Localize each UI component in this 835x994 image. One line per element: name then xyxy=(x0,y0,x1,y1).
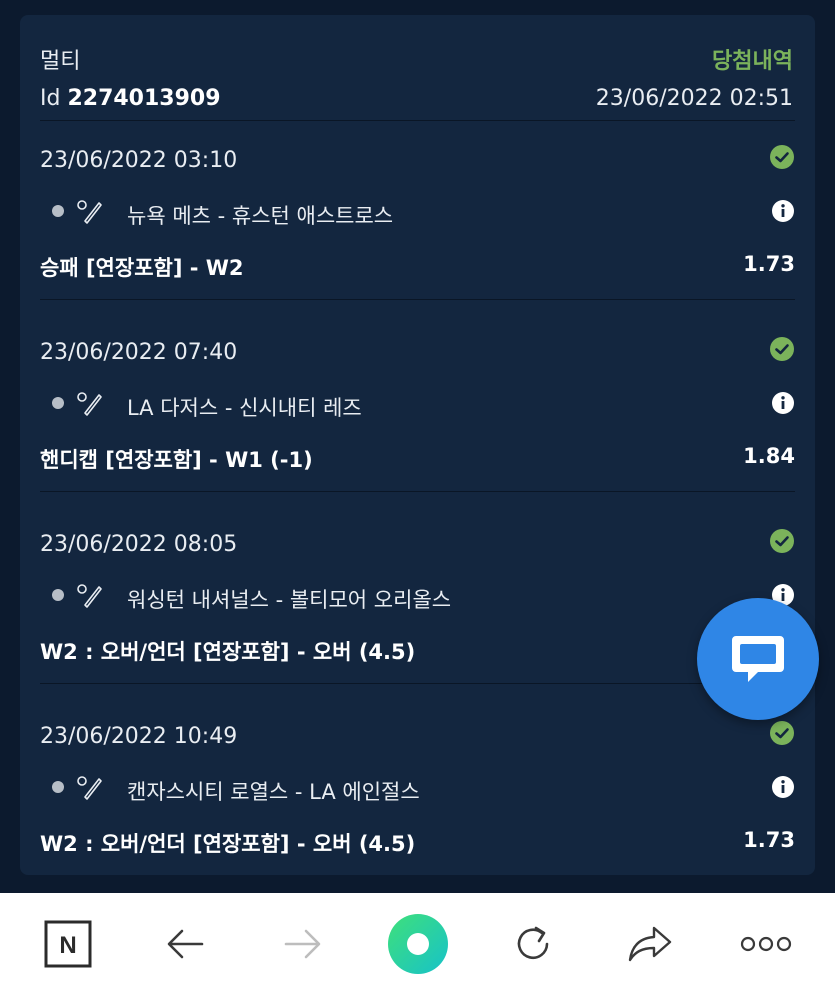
bet-odds: 1.73 xyxy=(743,828,795,852)
check-win-icon xyxy=(770,721,794,745)
ticket-id: Id 2274013909 xyxy=(40,86,221,111)
refresh-button[interactable] xyxy=(503,893,563,994)
divider xyxy=(40,299,795,300)
bet-row: 23/06/2022 10:49 캔자스시티 로열스 - LA 에인절스 W2 … xyxy=(20,712,815,875)
status-dot xyxy=(52,781,64,793)
bet-market: 핸디캡 [연장포함] - W1 (-1) xyxy=(40,448,313,472)
bet-teams[interactable]: 캔자스시티 로열스 - LA 에인절스 xyxy=(127,776,420,806)
ticket-id-value: 2274013909 xyxy=(67,86,221,111)
bet-datetime: 23/06/2022 03:10 xyxy=(40,148,238,173)
ticket-status-badge: 당첨내역 xyxy=(712,49,793,74)
divider xyxy=(40,120,795,121)
live-chat-button[interactable] xyxy=(697,598,819,720)
more-dots-icon xyxy=(740,936,792,951)
check-win-icon xyxy=(770,529,794,553)
info-icon[interactable] xyxy=(771,775,795,799)
divider xyxy=(40,683,795,684)
browser-toolbar: N xyxy=(0,893,835,994)
forward-arrow-icon xyxy=(284,929,321,958)
info-icon[interactable] xyxy=(771,199,795,223)
ticket-id-label: Id xyxy=(40,86,61,111)
bet-market: W2 : 오버/언더 [연장포함] - 오버 (4.5) xyxy=(40,640,416,664)
baseball-icon xyxy=(77,392,102,416)
ticket-type: 멀티 xyxy=(40,49,81,74)
naver-home-button[interactable]: N xyxy=(38,893,98,994)
back-button[interactable] xyxy=(156,893,216,994)
check-win-icon xyxy=(770,337,794,361)
home-circle-icon xyxy=(388,913,448,974)
baseball-icon xyxy=(77,776,102,800)
info-icon[interactable] xyxy=(771,391,795,415)
share-icon xyxy=(628,926,672,961)
home-button[interactable] xyxy=(385,893,451,994)
bet-datetime: 23/06/2022 07:40 xyxy=(40,340,238,365)
refresh-icon xyxy=(517,926,549,959)
divider xyxy=(40,491,795,492)
baseball-icon xyxy=(77,200,102,224)
chat-bubble-icon xyxy=(732,636,784,682)
bet-odds: 1.73 xyxy=(743,252,795,276)
back-arrow-icon xyxy=(167,929,204,958)
naver-n-letter: N xyxy=(59,932,76,959)
bet-odds: 1.84 xyxy=(743,444,795,468)
baseball-icon xyxy=(77,584,102,608)
more-button[interactable] xyxy=(736,893,796,994)
ticket-date: 23/06/2022 02:51 xyxy=(595,86,793,111)
bet-teams[interactable]: LA 다저스 - 신시내티 레즈 xyxy=(127,392,362,422)
bet-datetime: 23/06/2022 10:49 xyxy=(40,724,238,749)
bet-market: W2 : 오버/언더 [연장포함] - 오버 (4.5) xyxy=(40,832,416,856)
bet-teams[interactable]: 뉴욕 메츠 - 휴스턴 애스트로스 xyxy=(127,200,393,230)
status-dot xyxy=(52,397,64,409)
forward-button[interactable] xyxy=(272,893,332,994)
status-dot xyxy=(52,589,64,601)
bet-teams[interactable]: 워싱턴 내셔널스 - 볼티모어 오리올스 xyxy=(127,584,451,614)
bet-ticket-card: 멀티 당첨내역 Id 2274013909 23/06/2022 02:51 2… xyxy=(20,15,815,875)
check-win-icon xyxy=(770,145,794,169)
bet-datetime: 23/06/2022 08:05 xyxy=(40,532,238,557)
bet-market: 승패 [연장포함] - W2 xyxy=(40,256,244,280)
status-dot xyxy=(52,205,64,217)
naver-n-icon: N xyxy=(44,920,92,967)
share-button[interactable] xyxy=(620,893,680,994)
